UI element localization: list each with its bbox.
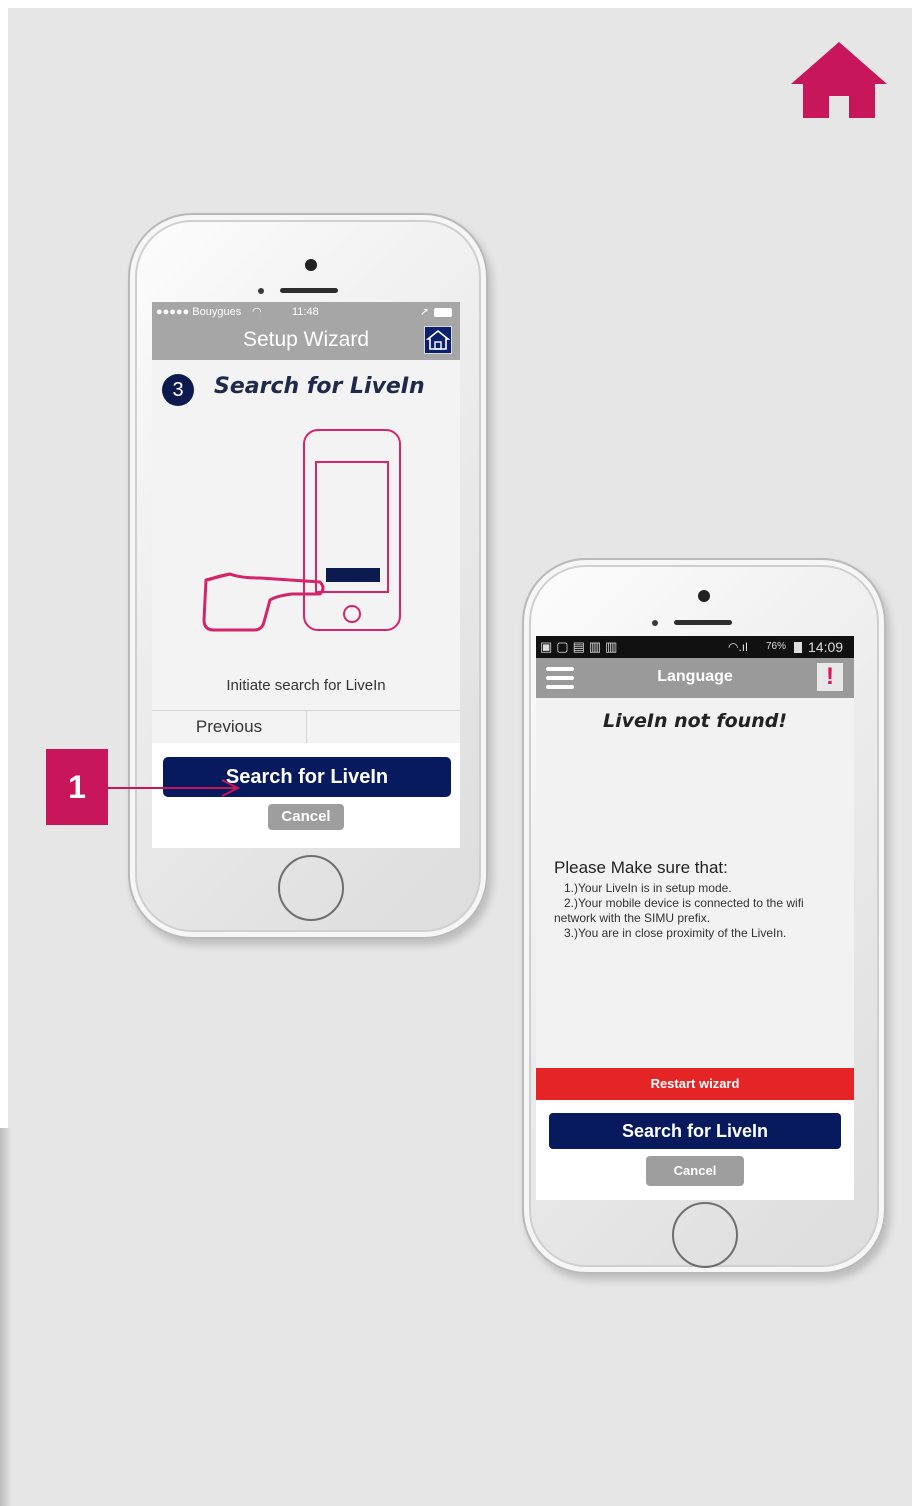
nav-bar: Setup Wizard (152, 322, 460, 360)
hardware-home-button[interactable] (672, 1202, 738, 1268)
livein-not-found-screen: ▣▢▤▥▥ ◠.ıl 76% 14:09 Language ! LiveIn n… (536, 636, 854, 1200)
phone-tap-illustration-icon (202, 429, 401, 632)
speaker-grille (674, 620, 732, 625)
battery-icon (434, 308, 452, 317)
step-number-badge: 3 (162, 374, 194, 406)
step-callout-badge: 1 (46, 749, 108, 825)
previous-button[interactable]: Previous (152, 711, 307, 743)
callout-arrow-icon (108, 779, 241, 797)
navigation-row: Previous (152, 710, 460, 744)
location-icon: ➚ (420, 306, 430, 318)
status-time: 14:09 (808, 639, 844, 655)
home-icon[interactable] (789, 40, 889, 120)
hardware-home-button[interactable] (278, 855, 344, 921)
instruction-text: Initiate search for LiveIn (226, 677, 386, 694)
condition-item: 2.)Your mobile device is connected to th… (564, 896, 804, 910)
nav-title: Setup Wizard (242, 328, 370, 351)
battery-percent: 76% (766, 641, 787, 652)
front-camera (698, 590, 710, 602)
cancel-button[interactable]: Cancel (646, 1156, 744, 1186)
cancel-button[interactable]: Cancel (268, 804, 344, 830)
error-heading: LiveIn not found! (602, 710, 788, 732)
signal-icon: ◠.ıl (728, 640, 748, 654)
action-sheet: Search for LiveIn Cancel (536, 1100, 854, 1200)
search-for-livein-button[interactable]: Search for LiveIn (549, 1113, 841, 1149)
front-camera (305, 259, 317, 271)
app-bar-title: Language (657, 668, 733, 685)
app-bar: Language ! (536, 658, 854, 698)
exclamation-icon[interactable]: ! (817, 663, 843, 691)
condition-item: network with the SIMU prefix. (554, 911, 711, 925)
instructions-heading: Please Make sure that: (554, 858, 728, 877)
setup-wizard-screen: ●●●●● Bouygues ◠ 11:48 ➚ Setup Wizard 3 … (152, 302, 460, 848)
carrier-label: ●●●●● Bouygues (156, 306, 242, 318)
condition-item: 3.)You are in close proximity of the Liv… (564, 926, 787, 940)
home-outline-icon[interactable] (424, 326, 452, 354)
ios-status-bar: ●●●●● Bouygues ◠ 11:48 ➚ (152, 302, 460, 322)
condition-item: 1.)Your LiveIn is in setup mode. (564, 881, 732, 895)
android-status-bar: ▣▢▤▥▥ ◠.ıl 76% 14:09 (536, 636, 854, 658)
wifi-icon: ◠ (252, 306, 262, 318)
notification-icons: ▣▢▤▥▥ (540, 639, 622, 654)
battery-icon (794, 642, 802, 653)
step-title: Search for LiveIn (214, 374, 425, 399)
left-edge-shadow (0, 1128, 12, 1506)
sensor-dot (652, 620, 658, 626)
speaker-grille (280, 288, 338, 293)
conditions-list: 1.)Your LiveIn is in setup mode. 2.)Your… (554, 881, 849, 941)
status-time: 11:48 (292, 306, 319, 318)
sensor-dot (258, 288, 264, 294)
restart-wizard-button[interactable]: Restart wizard (536, 1068, 854, 1100)
